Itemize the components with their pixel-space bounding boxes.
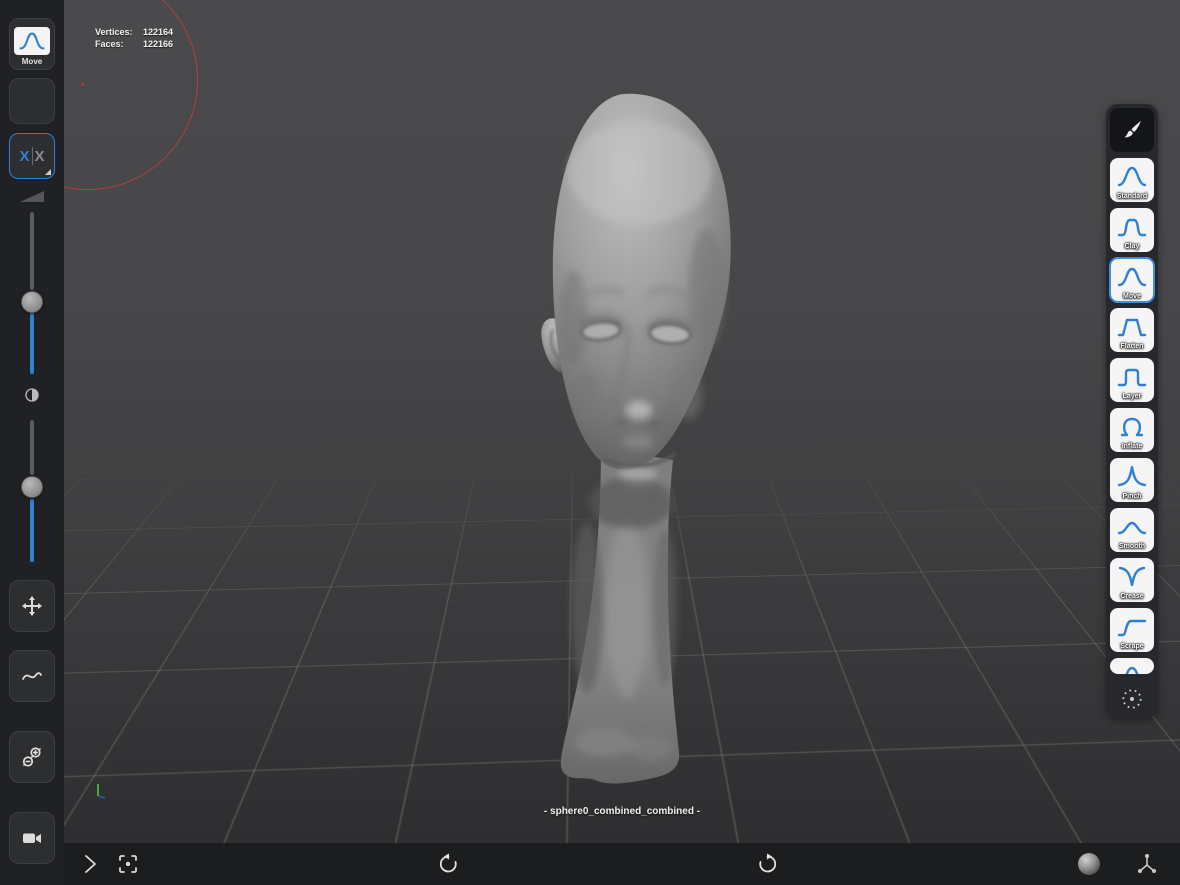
stroke-curve-button[interactable]	[9, 650, 55, 702]
tool-label: Clay	[1124, 243, 1140, 250]
stroke-curve-icon	[22, 672, 42, 680]
move-falloff-curve-icon	[1117, 267, 1147, 287]
paint-tool-button[interactable]	[1110, 108, 1154, 152]
redo-icon[interactable]	[756, 852, 780, 876]
viewport-3d[interactable]: Vertices: 122164 Faces: 122166 - sphere0_c…	[64, 0, 1180, 885]
tool-clay[interactable]: Clay	[1110, 208, 1154, 252]
inflate-falloff-curve-icon	[1120, 417, 1144, 437]
symmetry-divider	[31, 147, 33, 165]
sculpt-app-window: Vertices: 122164 Faces: 122166 - sphere0_c…	[0, 0, 1180, 885]
camera-button[interactable]	[9, 812, 55, 864]
tool-label: Flatten	[1120, 343, 1144, 350]
standard-falloff-curve-icon	[1117, 166, 1147, 187]
symmetry-toggle-button[interactable]: X X	[9, 133, 55, 179]
tool-label: Smooth	[1118, 543, 1146, 550]
tool-pinch[interactable]: Pinch	[1110, 458, 1154, 502]
clipped-falloff-curve-icon	[1125, 666, 1139, 674]
intensity-slider-track-upper[interactable]	[30, 420, 34, 475]
undo-icon[interactable]	[436, 852, 460, 876]
left-toolbar: Move X X	[0, 0, 64, 885]
falloff-triangle-icon[interactable]	[20, 191, 44, 202]
tool-palette: Standard Clay Move Flatten Layer Inflate…	[1106, 104, 1158, 718]
brush-radius-slider[interactable]	[21, 212, 43, 374]
long-press-corner-icon	[45, 169, 51, 175]
expand-chevron-icon[interactable]	[78, 852, 102, 876]
smooth-falloff-curve-icon	[1117, 521, 1147, 535]
tool-label: Scrape	[1120, 643, 1144, 650]
axis-gizmo-icon[interactable]	[1134, 851, 1160, 877]
tool-label: Inflate	[1121, 443, 1143, 450]
tool-scrape[interactable]: Scrape	[1110, 608, 1154, 652]
bottom-action-bar	[64, 843, 1180, 885]
empty-tool-slot[interactable]	[9, 78, 55, 124]
layer-falloff-curve-icon	[1117, 368, 1147, 387]
gizmo-move-button[interactable]	[9, 580, 55, 632]
radius-slider-handle[interactable]	[21, 291, 43, 313]
radius-slider-track-lower[interactable]	[30, 313, 34, 374]
move-arrows-icon	[22, 596, 42, 616]
focus-frame-icon[interactable]	[116, 852, 140, 876]
origin-axis-marker	[97, 784, 106, 799]
active-tool-label: Move	[21, 56, 43, 66]
dotted-circle-stamp-icon	[1122, 689, 1142, 709]
tool-inflate[interactable]: Inflate	[1110, 408, 1154, 452]
tool-flatten[interactable]: Flatten	[1110, 308, 1154, 352]
tool-label: Crease	[1120, 593, 1144, 600]
pinch-falloff-curve-icon	[1117, 465, 1147, 487]
paintbrush-icon	[1124, 121, 1141, 138]
stamp-toggle-button[interactable]	[1110, 684, 1154, 714]
tool-move[interactable]: Move	[1109, 257, 1155, 303]
symmetry-x-active: X	[19, 147, 30, 165]
brush-center-dot	[81, 83, 84, 86]
tool-smooth[interactable]: Smooth	[1110, 508, 1154, 552]
tool-layer[interactable]: Layer	[1110, 358, 1154, 402]
intensity-slider-track-lower[interactable]	[30, 499, 34, 562]
tool-label: Move	[1123, 293, 1141, 300]
tool-standard[interactable]: Standard	[1110, 158, 1154, 202]
camera-icon	[23, 833, 41, 843]
tool-label: Standard	[1116, 193, 1148, 200]
brush-radius-cursor	[64, 0, 198, 190]
move-falloff-curve-icon	[14, 26, 50, 55]
radius-slider-track-upper[interactable]	[30, 212, 34, 290]
intensity-slider-handle[interactable]	[21, 476, 43, 498]
sculpted-head-model	[541, 93, 731, 784]
crease-falloff-curve-icon	[1118, 566, 1146, 587]
tool-clipped[interactable]	[1110, 658, 1154, 674]
brush-intensity-slider[interactable]	[21, 420, 43, 562]
matcap-material-sphere[interactable]	[1078, 853, 1100, 875]
tool-crease[interactable]: Crease	[1110, 558, 1154, 602]
zoom-add-subtract-icon	[22, 747, 41, 767]
tool-label: Pinch	[1122, 493, 1142, 500]
tool-label: Layer	[1122, 393, 1142, 400]
add-subtract-button[interactable]	[9, 731, 55, 783]
flatten-falloff-curve-icon	[1117, 318, 1147, 337]
clay-falloff-curve-icon	[1117, 218, 1147, 237]
active-tool-button[interactable]: Move	[9, 18, 55, 70]
scrape-falloff-curve-icon	[1117, 619, 1147, 637]
active-object-name: - sphere0_combined_combined -	[543, 806, 701, 817]
symmetry-x-mirror: X	[34, 147, 45, 165]
intensity-contrast-icon	[23, 386, 41, 409]
